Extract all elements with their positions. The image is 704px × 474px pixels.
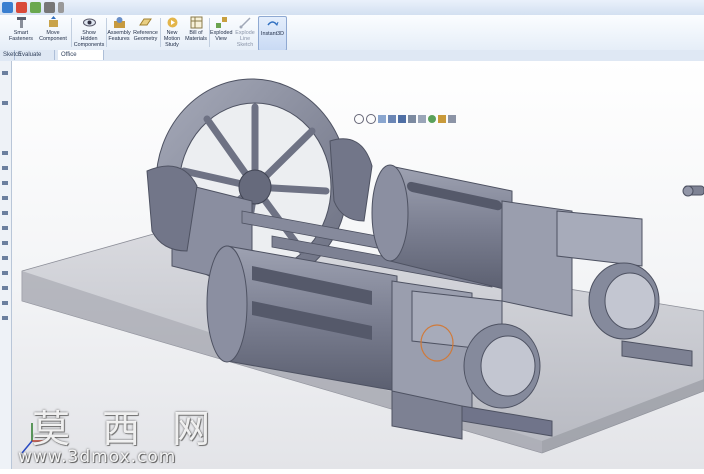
section-view-icon[interactable] — [388, 114, 396, 123]
eye-icon — [82, 18, 96, 27]
smart-fasteners-button[interactable]: Smart Fasteners — [6, 16, 36, 49]
bill-of-materials-button[interactable]: Bill of Materials — [184, 16, 208, 49]
appearance-icon[interactable] — [428, 114, 436, 123]
table-icon — [190, 16, 202, 29]
separator — [71, 18, 72, 47]
fastener-part[interactable] — [682, 185, 704, 197]
feature-tree-icons — [2, 71, 8, 320]
exploded-view-icon — [215, 17, 227, 28]
assembly-features-button[interactable]: Assembly Features — [107, 16, 131, 49]
feature-manager-panel[interactable] — [0, 61, 12, 469]
command-manager: Smart Fasteners Move Component Show Hidd… — [0, 15, 704, 51]
quick-access-toolbar — [2, 1, 64, 13]
exploded-view-button[interactable]: Exploded View — [210, 16, 232, 49]
instant3d-button[interactable]: Instant3D — [258, 16, 287, 51]
fastener-icon — [16, 17, 26, 28]
zoom-to-fit-icon[interactable] — [354, 113, 364, 124]
view-orientation-icon[interactable] — [398, 114, 406, 123]
move-icon — [48, 16, 58, 27]
show-hidden-components-button[interactable]: Show Hidden Components — [73, 16, 105, 49]
view-icon[interactable] — [30, 1, 41, 13]
title-strip — [0, 0, 704, 16]
reference-geometry-button[interactable]: Reference Geometry — [132, 16, 159, 49]
explode-line-icon — [239, 17, 251, 29]
dropdown-arrow-icon[interactable] — [58, 1, 64, 13]
motion-study-icon — [167, 17, 177, 28]
previous-view-icon[interactable] — [378, 114, 386, 123]
move-component-button[interactable]: Move Component — [37, 16, 69, 49]
explode-line-sketch-button[interactable]: Explode Line Sketch — [233, 16, 257, 49]
rebuild-icon[interactable] — [2, 1, 13, 13]
zoom-to-area-icon[interactable] — [366, 113, 376, 124]
display-style-icon[interactable] — [408, 114, 416, 123]
plane-icon — [139, 18, 152, 26]
instant3d-icon — [267, 21, 279, 26]
hide-show-icon[interactable] — [418, 114, 426, 123]
new-motion-study-button[interactable]: New Motion Study — [161, 16, 183, 49]
tab-office-products[interactable]: Office Products — [58, 50, 104, 68]
tab-evaluate[interactable]: Evaluate — [15, 50, 55, 60]
watermark-url: www.3dmox.com — [18, 447, 177, 467]
assembly-icon — [113, 17, 125, 28]
watermark-chinese: 莫 西 网 — [32, 407, 221, 451]
tab-sketch[interactable]: Sketch — [0, 50, 21, 60]
view-settings-icon[interactable] — [448, 114, 456, 123]
heads-up-view-toolbar — [354, 113, 456, 124]
scene-icon[interactable] — [438, 114, 446, 123]
settings-icon[interactable] — [44, 1, 55, 13]
options-icon[interactable] — [16, 1, 27, 13]
